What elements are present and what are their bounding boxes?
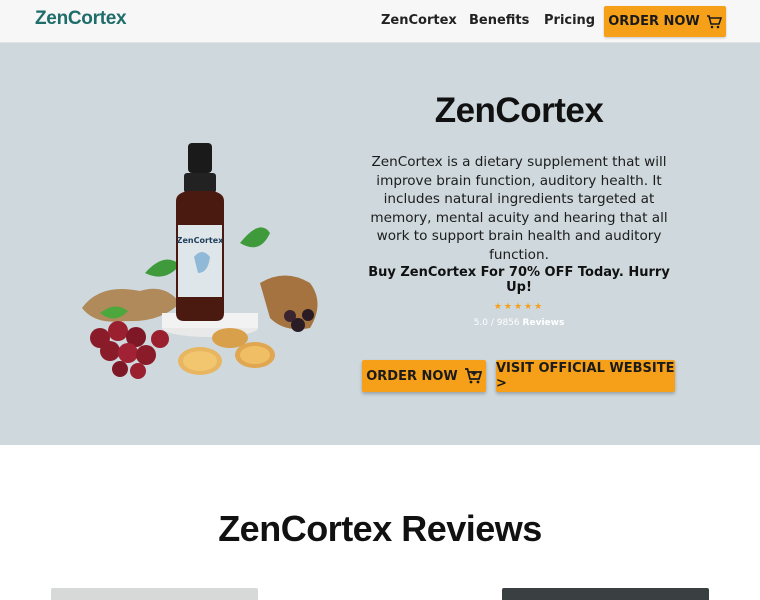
navbar: ZenCortex ZenCortex Benefits Pricing ORD… — [0, 0, 760, 43]
cart-icon — [706, 14, 722, 28]
nav-link-pricing[interactable]: Pricing — [544, 13, 595, 28]
reviews-title: ZenCortex Reviews — [218, 508, 542, 549]
rating-stars: ★★★★★ — [493, 302, 545, 312]
rating-score: 5.0 / 9856 — [473, 318, 520, 328]
logo[interactable]: ZenCortex — [35, 8, 127, 30]
nav-link-benefits[interactable]: Benefits — [469, 13, 529, 28]
bottle-label: ZenCortex — [177, 236, 224, 245]
nav-order-button[interactable]: ORDER NOW — [604, 6, 726, 37]
review-card — [51, 588, 258, 600]
order-now-button[interactable]: ORDER NOW — [362, 360, 486, 392]
hero-section: ZenCortex ZenCortex ZenCortex is a dieta… — [0, 43, 760, 445]
order-now-label: ORDER NOW — [366, 368, 458, 384]
product-image: ZenCortex — [82, 143, 318, 379]
rating-summary: 5.0 / 9856 Reviews — [360, 318, 678, 328]
visit-website-button[interactable]: VISIT OFFICIAL WEBSITE > — [496, 360, 675, 392]
hero-title: ZenCortex — [434, 91, 604, 130]
nav-link-zencortex[interactable]: ZenCortex — [381, 13, 457, 28]
cart-icon — [464, 368, 482, 384]
review-card — [502, 588, 709, 600]
rating-label: Reviews — [522, 318, 565, 328]
hero-description: ZenCortex is a dietary supplement that w… — [370, 154, 668, 263]
hero-offer: Buy ZenCortex For 70% OFF Today. Hurry U… — [368, 265, 670, 295]
nav-order-label: ORDER NOW — [608, 14, 700, 29]
visit-website-label: VISIT OFFICIAL WEBSITE > — [496, 361, 675, 391]
